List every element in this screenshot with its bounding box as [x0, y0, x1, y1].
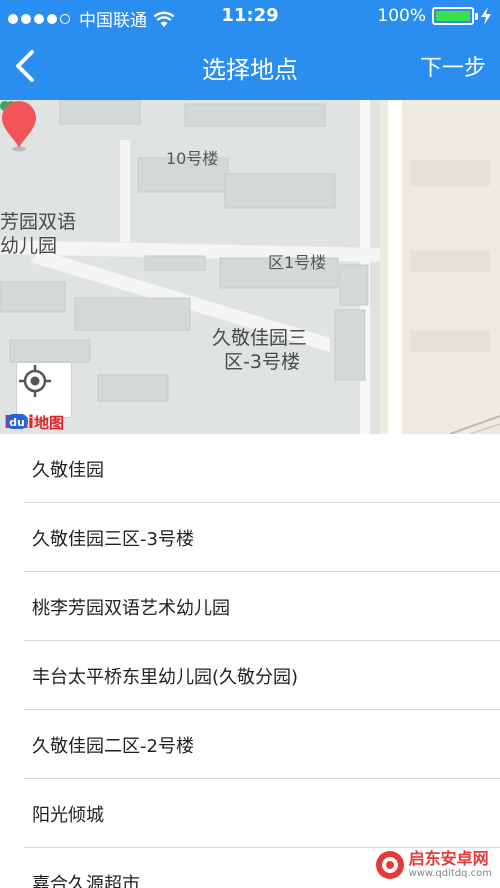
place-list: 久敬佳园 久敬佳园三区-3号楼 桃李芳园双语艺术幼儿园 丰台太平桥东里幼儿园(久…	[0, 434, 500, 888]
baidu-map-logo: Bai du 地图	[4, 412, 64, 433]
crosshair-icon	[19, 365, 51, 397]
baidu-logo-map-word: 地图	[34, 414, 65, 432]
map-background	[0, 100, 500, 434]
map-label-jiujing-line1: 久敬佳园三	[212, 327, 308, 349]
watermark-url: www.qdltdq.com	[408, 868, 492, 879]
place-name: 久敬佳园	[32, 460, 104, 481]
place-name: 阳光倾城	[32, 805, 104, 826]
battery-fill	[436, 11, 470, 21]
list-item[interactable]: 丰台太平桥东里幼儿园(久敬分园)	[24, 641, 500, 710]
watermark-title: 启东安卓网	[408, 849, 489, 868]
next-step-button[interactable]: 下一步	[420, 50, 486, 82]
place-name: 丰台太平桥东里幼儿园(久敬分园)	[32, 667, 299, 688]
map-view[interactable]: 10号楼 芳园双语 幼儿园 区1号楼 久敬佳园三 区-3号楼 Bai du 地图	[0, 100, 500, 434]
map-label-jiujing-line2: 区-3号楼	[224, 351, 300, 373]
list-item[interactable]: 桃李芳园双语艺术幼儿园	[24, 572, 500, 641]
baidu-paw-icon: du	[6, 414, 28, 429]
battery-icon	[432, 7, 478, 25]
list-item[interactable]: 久敬佳园二区-2号楼	[24, 710, 500, 779]
status-bar: 中国联通 11:29 100%	[0, 0, 500, 32]
nav-bar: 选择地点 下一步	[0, 32, 500, 100]
list-item[interactable]: 久敬佳园三区-3号楼	[24, 503, 500, 572]
list-item[interactable]: 阳光倾城	[24, 779, 500, 848]
map-label-building-10: 10号楼	[166, 149, 219, 168]
place-name: 桃李芳园双语艺术幼儿园	[32, 598, 230, 619]
place-name: 久敬佳园三区-3号楼	[32, 529, 194, 550]
status-right: 100%	[377, 6, 492, 26]
place-name: 久敬佳园二区-2号楼	[32, 736, 194, 757]
watermark-logo-icon	[375, 851, 404, 879]
locate-me-button[interactable]	[16, 362, 72, 418]
watermark: 启东安卓网 www.qdltdq.com	[375, 850, 492, 880]
list-item[interactable]: 久敬佳园	[24, 434, 500, 503]
svg-text:du: du	[9, 416, 25, 429]
map-label-building-1: 区1号楼	[268, 253, 327, 272]
map-label-kindergarten-line1: 芳园双语	[0, 211, 77, 233]
charging-bolt-icon	[481, 7, 491, 25]
map-label-kindergarten-line2: 幼儿园	[0, 235, 58, 257]
location-pin-icon[interactable]	[0, 100, 38, 152]
place-name: 嘉合久源超市	[32, 874, 140, 888]
battery-percent: 100%	[377, 6, 426, 26]
